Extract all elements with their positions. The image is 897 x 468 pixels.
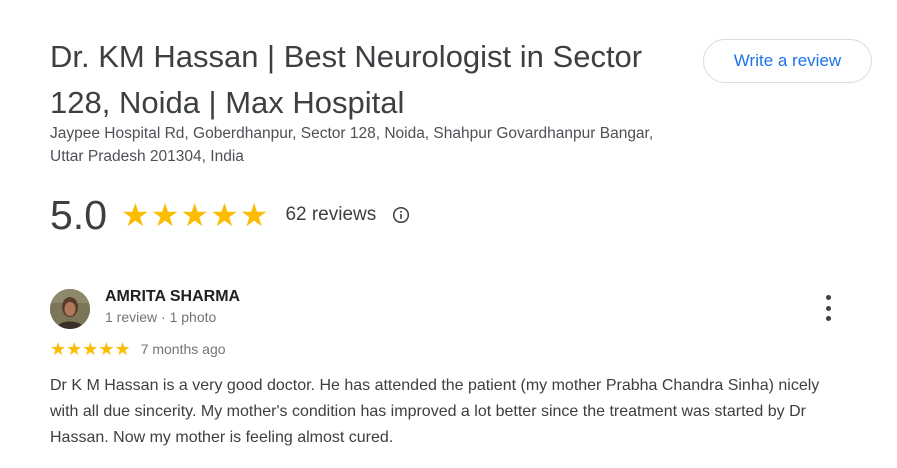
info-icon[interactable] xyxy=(392,206,410,224)
review-rating-row: ★★★★★ 7 months ago xyxy=(50,340,226,358)
more-vertical-icon[interactable] xyxy=(820,295,836,321)
rating-stars: ★★★★★ xyxy=(121,197,270,233)
review-text: Dr K M Hassan is a very good doctor. He … xyxy=(50,377,820,446)
place-title: Dr. KM Hassan | Best Neurologist in Sect… xyxy=(50,39,643,120)
rating-score: 5.0 xyxy=(50,191,107,238)
reviewer-meta: 1 review · 1 photo xyxy=(105,309,217,325)
avatar[interactable] xyxy=(50,289,90,329)
reviewer-name[interactable]: AMRITA SHARMA xyxy=(105,288,240,306)
review-date: 7 months ago xyxy=(140,341,226,357)
rating-summary: 5.0 ★★★★★ 62 reviews xyxy=(50,190,410,240)
write-review-button[interactable]: Write a review xyxy=(703,39,872,83)
place-address: Jaypee Hospital Rd, Goberdhanpur, Sector… xyxy=(50,125,654,165)
review-count[interactable]: 62 reviews xyxy=(285,204,376,226)
review-stars: ★★★★★ xyxy=(50,339,131,359)
